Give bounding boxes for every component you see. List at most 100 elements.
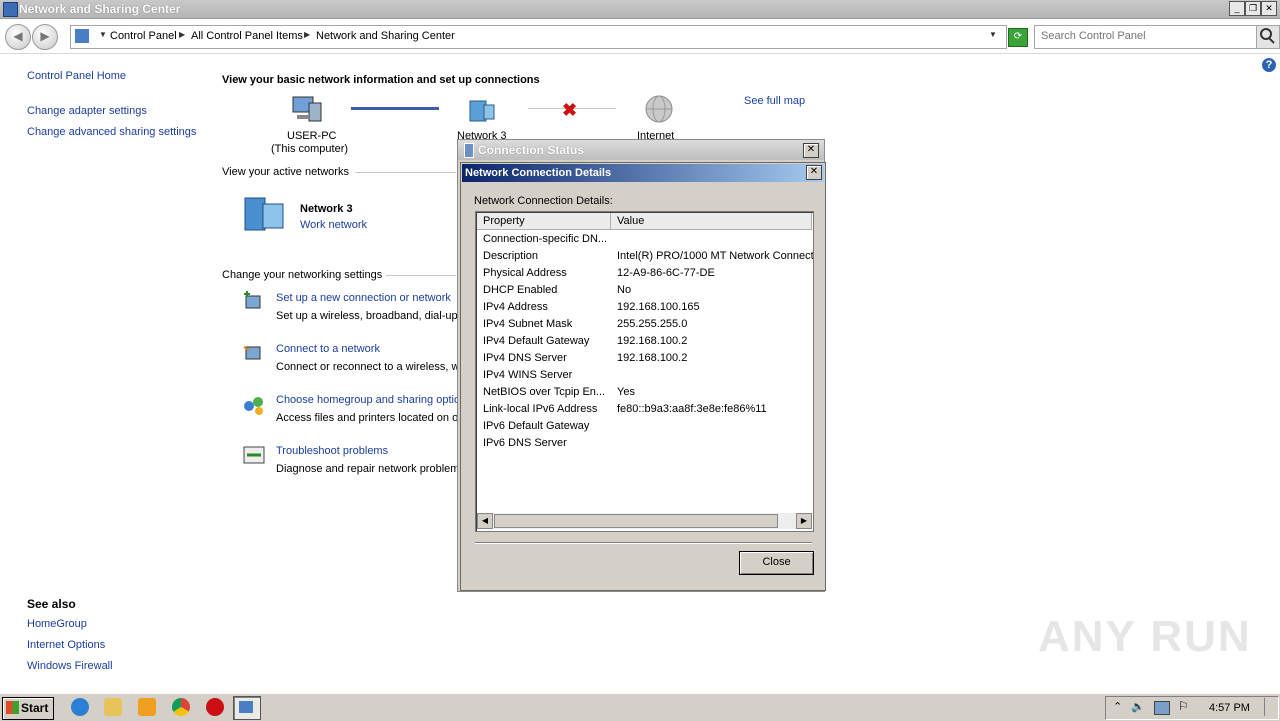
computer-name: USER-PC xyxy=(287,130,337,142)
value-cell: Intel(R) PRO/1000 MT Network Connect xyxy=(617,250,814,262)
refresh-button[interactable]: ⟳ xyxy=(1008,28,1028,47)
help-icon[interactable]: ? xyxy=(1262,58,1276,72)
volume-icon[interactable]: 🔈 xyxy=(1131,700,1145,713)
property-cell: IPv4 Default Gateway xyxy=(483,335,590,347)
system-tray: ⌃ 🔈 ⚐ 4:57 PM xyxy=(1105,696,1279,720)
internet-options-link[interactable]: Internet Options xyxy=(27,639,105,651)
search-input[interactable] xyxy=(1035,26,1251,46)
media-player-icon[interactable] xyxy=(138,698,156,716)
network-type-link[interactable]: Work network xyxy=(300,219,367,231)
column-property[interactable]: Property xyxy=(477,213,611,229)
table-row[interactable]: IPv4 Subnet Mask 255.255.255.0 xyxy=(477,316,812,333)
explorer-icon[interactable] xyxy=(104,698,122,716)
value-cell: fe80::b9a3:aa8f:3e8e:fe86%11 xyxy=(617,403,767,415)
control-panel-icon xyxy=(75,29,89,43)
crumb-separator-icon[interactable]: ▶ xyxy=(179,30,185,39)
troubleshoot-desc: Diagnose and repair network problem xyxy=(276,463,460,475)
crumb-separator-icon[interactable]: ▶ xyxy=(304,30,310,39)
back-button[interactable]: ◀ xyxy=(5,24,31,50)
property-cell: IPv6 DNS Server xyxy=(483,437,567,449)
property-cell: Connection-specific DN... xyxy=(483,233,608,245)
show-desktop-button[interactable] xyxy=(1264,698,1277,716)
crumb-control-panel[interactable]: Control Panel xyxy=(110,30,177,42)
horizontal-scrollbar[interactable]: ◀ ▶ xyxy=(477,513,812,529)
active-network-icon[interactable] xyxy=(241,194,291,232)
details-list[interactable]: Property Value Connection-specific DN...… xyxy=(475,211,814,532)
connect-network-link[interactable]: Connect to a network xyxy=(276,343,380,355)
setup-connection-desc: Set up a wireless, broadband, dial-up xyxy=(276,310,458,322)
action-center-flag-icon[interactable]: ⚐ xyxy=(1178,699,1189,713)
network-tray-icon[interactable] xyxy=(1154,701,1170,715)
property-cell: DHCP Enabled xyxy=(483,284,558,296)
connection-status-close-icon[interactable]: ✕ xyxy=(803,143,819,158)
see-full-map-link[interactable]: See full map xyxy=(744,95,805,107)
connection-status-icon xyxy=(464,143,474,158)
opera-icon[interactable] xyxy=(206,698,224,716)
troubleshoot-link[interactable]: Troubleshoot problems xyxy=(276,445,388,457)
troubleshoot-icon xyxy=(242,443,266,467)
search-icon[interactable] xyxy=(1256,25,1280,49)
property-cell: NetBIOS over Tcpip En... xyxy=(483,386,606,398)
restore-button[interactable]: ❐ xyxy=(1245,1,1261,16)
value-cell: 192.168.100.2 xyxy=(617,335,688,347)
disconnected-icon: ✖ xyxy=(562,100,578,120)
address-toolbar: ◀ ▶ ▼ Control Panel ▶ All Control Panel … xyxy=(0,19,1280,54)
section-divider xyxy=(386,275,456,276)
tray-expand-icon[interactable]: ⌃ xyxy=(1113,700,1122,713)
property-cell: IPv4 WINS Server xyxy=(483,369,573,381)
scroll-thumb[interactable] xyxy=(494,514,778,528)
table-row[interactable]: DHCP Enabled No xyxy=(477,282,812,299)
setup-connection-link[interactable]: Set up a new connection or network xyxy=(276,292,451,304)
scroll-right-icon[interactable]: ▶ xyxy=(796,513,812,529)
change-adapter-settings-link[interactable]: Change adapter settings xyxy=(27,105,147,117)
computer-icon[interactable] xyxy=(291,95,323,123)
new-connection-icon xyxy=(242,290,266,314)
property-cell: IPv4 DNS Server xyxy=(483,352,567,364)
table-row[interactable]: IPv4 Address 192.168.100.165 xyxy=(477,299,812,316)
history-dropdown-icon[interactable]: ▼ xyxy=(989,30,997,39)
active-window-task-icon[interactable] xyxy=(233,696,261,720)
value-cell: Yes xyxy=(617,386,635,398)
minimize-button[interactable]: _ xyxy=(1229,1,1245,16)
table-row[interactable]: Description Intel(R) PRO/1000 MT Network … xyxy=(477,248,814,265)
windows-firewall-link[interactable]: Windows Firewall xyxy=(27,660,113,672)
table-row[interactable]: Physical Address 12-A9-86-6C-77-DE xyxy=(477,265,812,282)
table-row[interactable]: IPv6 DNS Server xyxy=(477,435,812,452)
crumb-dropdown-icon[interactable]: ▼ xyxy=(99,30,107,39)
taskbar: Start ⌃ 🔈 ⚐ 4:57 PM xyxy=(0,693,1280,721)
crumb-all-items[interactable]: All Control Panel Items xyxy=(191,30,303,42)
clock[interactable]: 4:57 PM xyxy=(1209,702,1250,714)
scroll-left-icon[interactable]: ◀ xyxy=(477,513,493,529)
close-window-button[interactable]: ✕ xyxy=(1261,1,1277,16)
table-row[interactable]: Connection-specific DN... xyxy=(477,231,812,248)
table-row[interactable]: Link-local IPv6 Address fe80::b9a3:aa8f:3… xyxy=(477,401,812,418)
table-row[interactable]: NetBIOS over Tcpip En... Yes xyxy=(477,384,812,401)
start-button[interactable]: Start xyxy=(2,697,54,720)
details-close-icon[interactable]: ✕ xyxy=(806,165,822,180)
internet-globe-icon[interactable] xyxy=(643,94,675,124)
change-advanced-sharing-link[interactable]: Change advanced sharing settings xyxy=(27,126,196,138)
table-row[interactable]: IPv4 Default Gateway 192.168.100.2 xyxy=(477,333,812,350)
address-field[interactable]: ▼ Control Panel ▶ All Control Panel Item… xyxy=(70,25,1007,49)
page-heading: View your basic network information and … xyxy=(222,74,540,86)
network-map-icon[interactable] xyxy=(466,97,498,123)
table-row[interactable]: IPv4 WINS Server xyxy=(477,367,812,384)
details-titlebar: Network Connection Details ✕ xyxy=(462,164,824,182)
table-row[interactable]: IPv4 DNS Server 192.168.100.2 xyxy=(477,350,812,367)
search-box[interactable] xyxy=(1034,25,1258,49)
homegroup-sharing-link[interactable]: Choose homegroup and sharing optio xyxy=(276,394,460,406)
ie-icon[interactable] xyxy=(71,698,89,716)
column-value[interactable]: Value xyxy=(611,213,812,229)
forward-button[interactable]: ▶ xyxy=(32,24,58,50)
change-settings-label: Change your networking settings xyxy=(222,269,383,281)
network-center-icon xyxy=(3,2,18,17)
table-row[interactable]: IPv6 Default Gateway xyxy=(477,418,812,435)
close-button[interactable]: Close xyxy=(739,551,814,575)
value-cell: 192.168.100.2 xyxy=(617,352,688,364)
property-cell: IPv4 Subnet Mask xyxy=(483,318,573,330)
homegroup-link[interactable]: HomeGroup xyxy=(27,618,87,630)
chrome-icon[interactable] xyxy=(172,698,190,716)
see-also-heading: See also xyxy=(27,597,76,611)
control-panel-home-link[interactable]: Control Panel Home xyxy=(27,70,126,82)
crumb-network-center[interactable]: Network and Sharing Center xyxy=(316,30,455,42)
